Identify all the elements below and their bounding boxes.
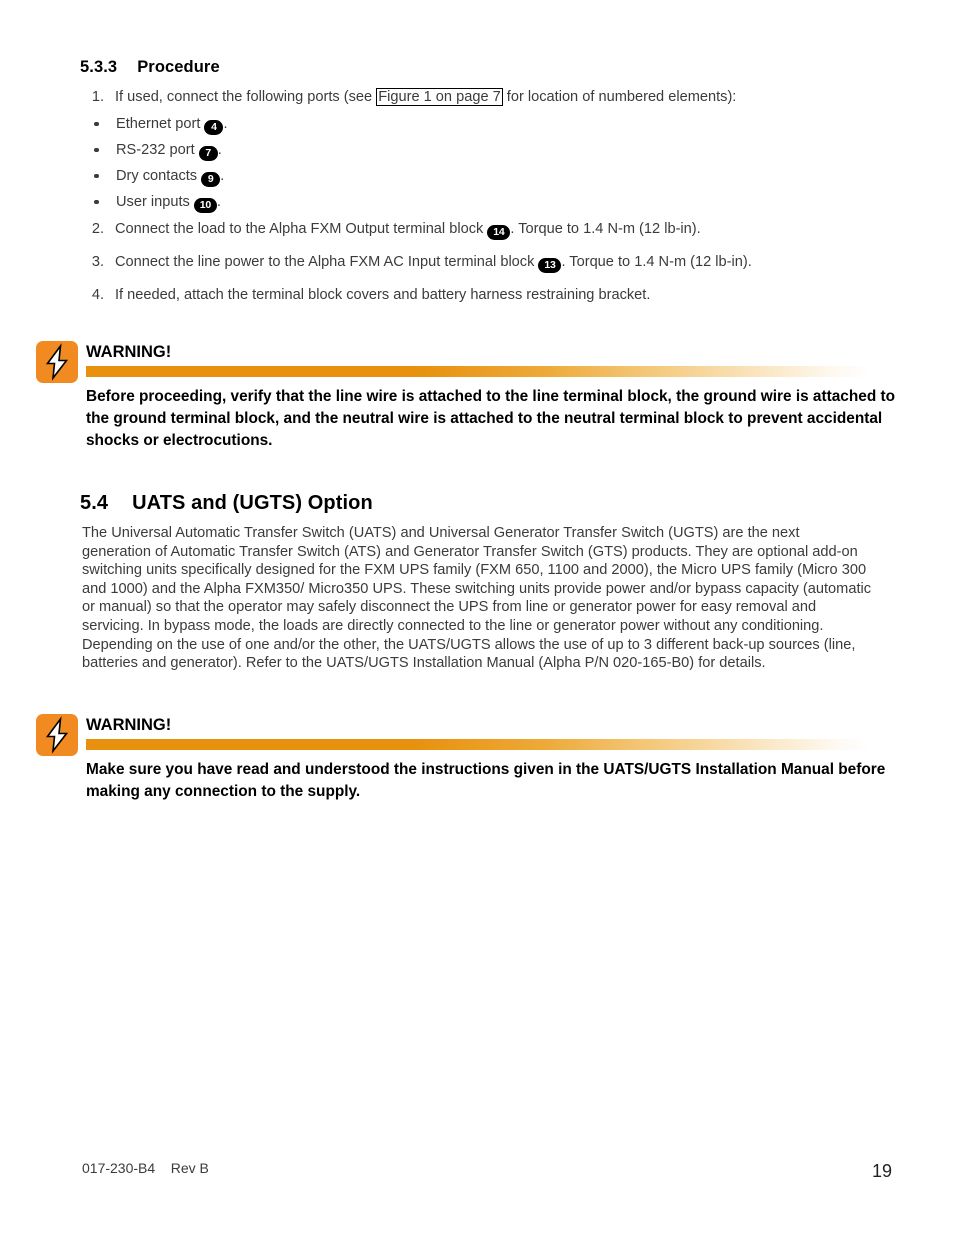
heading-5-4-title: UATS and (UGTS) Option — [132, 492, 373, 514]
footer-document-number: 017-230-B4 Rev B — [82, 1160, 209, 1176]
heading-5-3-3-title: Procedure — [137, 58, 220, 76]
procedure-step-1: 1. If used, connect the following ports (… — [80, 88, 880, 106]
port-bullet-list: Ethernet port 4. RS-232 port 7. Dry cont… — [80, 115, 880, 213]
bullet-item-rs232-label: RS-232 port — [116, 141, 199, 158]
warning-2-title: WARNING! — [86, 716, 172, 734]
bullet-item-ethernet: Ethernet port 4. — [80, 115, 880, 135]
callout-badge-14: 14 — [487, 224, 511, 240]
warning-1-title: WARNING! — [86, 343, 172, 361]
warning-1-gradient-bar — [86, 366, 872, 377]
warning-1-header: WARNING! — [36, 341, 918, 385]
lightning-bolt-icon — [36, 714, 78, 756]
warning-block-2: WARNING! Make sure you have read and und… — [36, 714, 918, 800]
warning-2-header: WARNING! — [36, 714, 918, 758]
step-3-text-before: Connect the line power to the Alpha FXM … — [115, 253, 539, 270]
bullet-dot-icon — [94, 173, 99, 178]
step-3-marker: 3. — [91, 253, 104, 270]
heading-5-3-3-number: 5.3.3 — [80, 58, 118, 76]
heading-5-4-number: 5.4 — [80, 492, 109, 514]
callout-badge-7: 7 — [198, 145, 218, 161]
document-page: 5.3.3 Procedure 1. If used, connect the fo… — [0, 0, 954, 1235]
step-2-text-after: . Torque to 1.4 N-m (12 lb-in). — [510, 220, 701, 237]
bullet-item-dry-contacts: Dry contacts 9. — [80, 167, 880, 187]
callout-badge-10: 10 — [193, 197, 217, 213]
procedure-step-3: 3. Connect the line power to the Alpha FX… — [80, 253, 880, 273]
procedure-list: 1. If used, connect the following ports (… — [80, 88, 880, 312]
warning-block-1: WARNING! Before proceeding, verify that … — [36, 341, 918, 449]
step-3-text-after: . Torque to 1.4 N-m (12 lb-in). — [561, 253, 752, 270]
step-4-marker: 4. — [91, 286, 104, 303]
procedure-step-4: 4. If needed, attach the terminal block c… — [80, 286, 880, 304]
bullet-dot-icon — [94, 147, 99, 152]
step-1-text-after: for location of numbered elements): — [502, 89, 737, 105]
bullet-item-user-inputs-suffix: . — [216, 193, 221, 210]
bullet-item-dry-contacts-label: Dry contacts — [116, 167, 202, 184]
bullet-item-rs232: RS-232 port 7. — [80, 141, 880, 161]
step-1-marker: 1. — [91, 89, 104, 105]
lightning-bolt-icon — [36, 341, 78, 383]
bullet-item-ethernet-suffix: . — [223, 115, 228, 132]
warning-2-gradient-bar — [86, 739, 872, 750]
bullet-item-rs232-suffix: . — [217, 141, 222, 158]
callout-badge-9: 9 — [201, 171, 221, 187]
step-4-text: If needed, attach the terminal block cov… — [115, 286, 651, 303]
callout-badge-13: 13 — [538, 257, 562, 273]
footer-page-number: 19 — [871, 1161, 892, 1181]
heading-5-4: 5.4 UATS and (UGTS) Option — [80, 492, 373, 515]
bullet-dot-icon — [94, 199, 99, 204]
bullet-item-ethernet-label: Ethernet port — [116, 115, 205, 132]
procedure-step-2: 2. Connect the load to the Alpha FXM Outp… — [80, 220, 880, 240]
step-2-marker: 2. — [91, 220, 104, 237]
bullet-item-user-inputs-label: User inputs — [116, 193, 194, 210]
warning-1-body: Before proceeding, verify that the line … — [86, 388, 896, 449]
section-5-4-paragraph: The Universal Automatic Transfer Switch … — [82, 525, 872, 672]
bullet-item-user-inputs: User inputs 10. — [80, 193, 880, 213]
heading-5-3-3: 5.3.3 Procedure — [80, 58, 220, 77]
bullet-item-dry-contacts-suffix: . — [220, 167, 225, 184]
bullet-dot-icon — [94, 121, 99, 126]
warning-2-body: Make sure you have read and understood t… — [86, 761, 886, 800]
figure-1-link[interactable]: Figure 1 on page 7 — [376, 88, 503, 106]
callout-badge-4: 4 — [204, 119, 224, 135]
step-1-text-before: If used, connect the following ports (se… — [115, 89, 377, 105]
step-2-text-before: Connect the load to the Alpha FXM Output… — [115, 220, 488, 237]
